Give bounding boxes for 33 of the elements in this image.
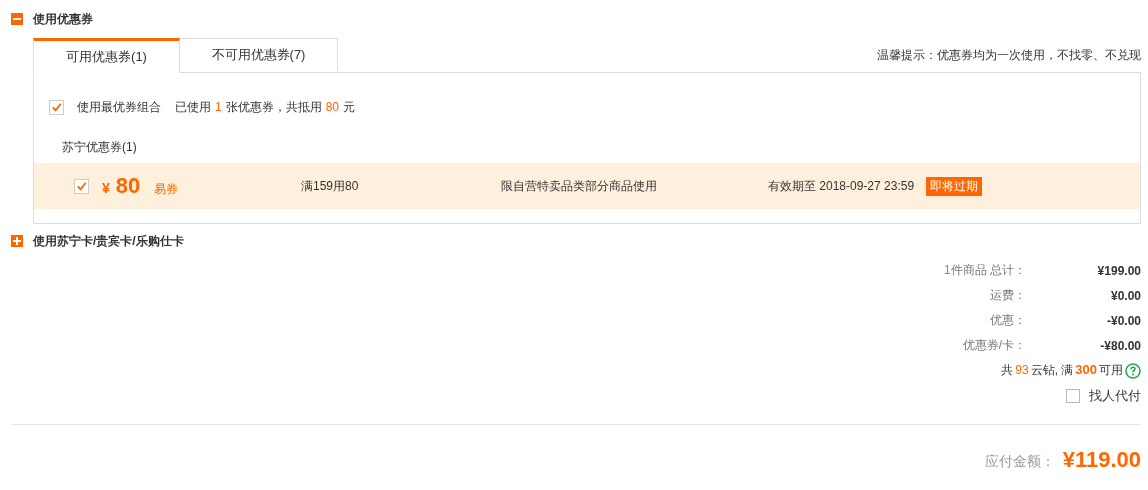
expiry-badge: 即将过期 <box>926 176 983 196</box>
coupon-amount: ¥ 80 <box>102 173 141 199</box>
best-combo-checkbox[interactable] <box>49 99 64 115</box>
collapse-icon[interactable] <box>11 13 23 25</box>
coupon-condition: 满159用80 <box>301 177 360 195</box>
summary-label: 运费： <box>989 287 1026 304</box>
points-text: 共 93 云钻, 满300可用 <box>1001 362 1124 379</box>
expand-icon[interactable] <box>11 235 23 247</box>
summary-label: 1件商品 总计： <box>942 262 1026 279</box>
coupon-row[interactable]: ¥ 80 易券 满159用80 限自营特卖品类部分商品使用 有效期至 2018-09-27 23:59 即将过期 <box>34 163 1140 209</box>
section-title: 使用苏宁卡/贵宾卡/乐购仕卡 <box>33 232 184 250</box>
coupon-scope: 限自营特卖品类部分商品使用 <box>501 177 658 195</box>
summary-label: 优惠券/卡： <box>961 337 1026 354</box>
tip-text: 温馨提示：优惠券均为一次使用，不找零、不兑现 <box>877 47 1141 64</box>
usage-summary: 已使用 1 张优惠券，共抵用 80 元 <box>175 98 357 116</box>
coupon-type: 易券 <box>154 180 179 198</box>
summary-value: -¥0.00 <box>1105 313 1141 328</box>
section-title: 使用优惠券 <box>33 10 93 28</box>
total-amount: ¥119.00 <box>1062 447 1141 473</box>
summary-value: ¥0.00 <box>1109 288 1141 303</box>
coupon-tab[interactable]: 可用优惠券(1) <box>33 38 180 73</box>
summary-value: -¥80.00 <box>1099 338 1141 353</box>
help-icon[interactable] <box>1125 362 1141 379</box>
total-label: 应付金额： <box>984 453 1055 471</box>
summary-value: ¥199.00 <box>1096 263 1141 278</box>
proxy-pay-label: 找人代付 <box>1089 386 1141 405</box>
best-combo-label: 使用最优券组合 <box>77 98 161 116</box>
validity-text: 有效期至 2018-09-27 23:59 <box>768 177 915 195</box>
summary-label: 优惠： <box>989 312 1026 329</box>
group-title: 苏宁优惠券(1) <box>61 139 138 156</box>
coupon-checkbox[interactable] <box>74 178 89 194</box>
coupon-tab[interactable]: 不可用优惠券(7) <box>180 38 338 71</box>
proxy-pay-checkbox[interactable] <box>1066 388 1080 403</box>
